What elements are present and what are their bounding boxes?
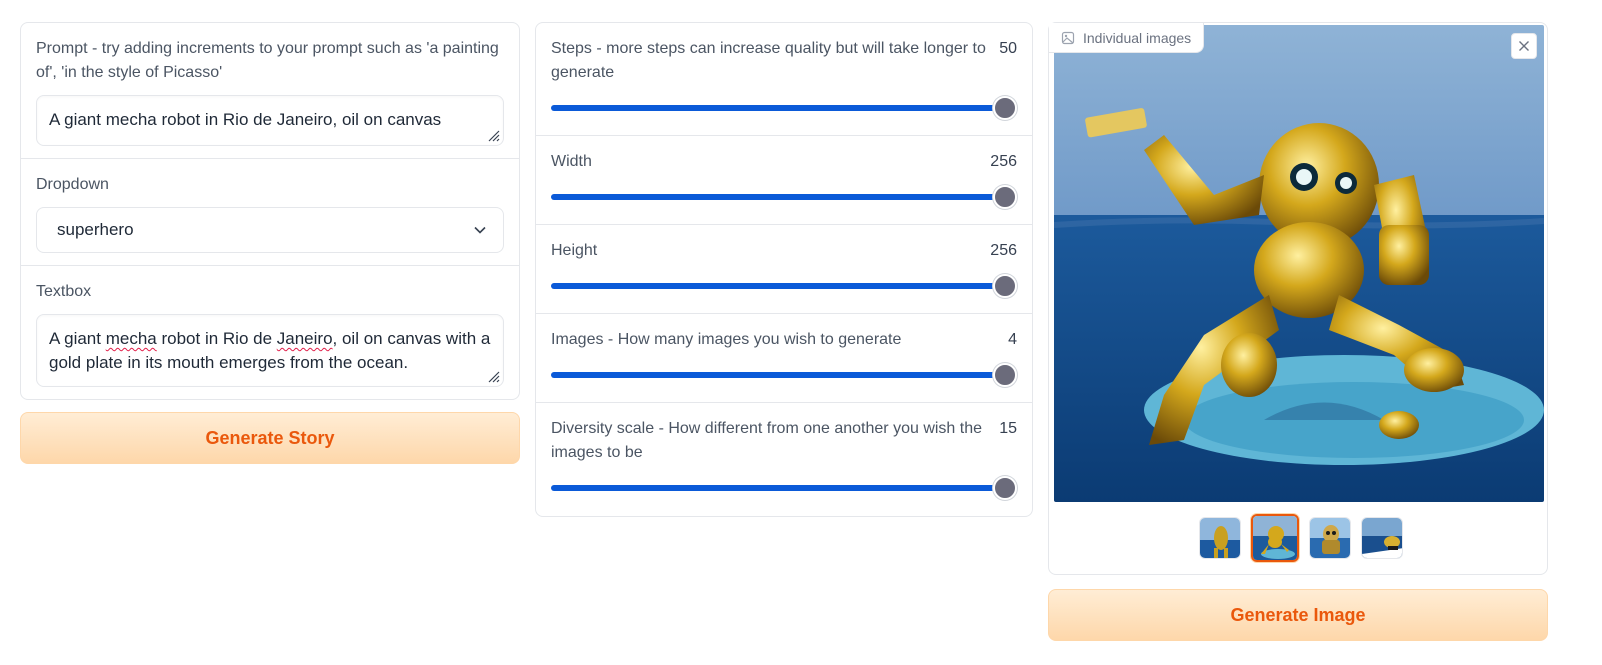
thumbnail-strip [1199,514,1403,562]
textbox-block: Textbox A giant mecha robot in Rio de Ja… [21,266,519,399]
thumbnail-1[interactable] [1199,517,1241,559]
gallery-label: Individual images [1049,23,1205,53]
height-slider-block: Height 256 [536,225,1032,314]
height-label: Height [551,242,598,259]
close-icon [1519,41,1529,51]
close-button[interactable] [1511,33,1537,59]
diversity-value[interactable]: 15 [999,417,1017,441]
dropdown-value: superhero [57,220,134,239]
width-slider-block: Width 256 [536,136,1032,225]
story-textarea[interactable]: A giant mecha robot in Rio de Janeiro, o… [36,314,504,387]
dropdown-block: Dropdown superhero [21,159,519,266]
images-value[interactable]: 4 [1008,328,1017,352]
resize-grip-icon[interactable] [486,369,500,383]
robot-painting-image [1054,25,1544,502]
images-slider-block: Images - How many images you wish to gen… [536,314,1032,403]
steps-slider[interactable] [551,96,1017,120]
thumbnail-4[interactable] [1361,517,1403,559]
width-value[interactable]: 256 [990,150,1017,174]
selected-generated-image[interactable] [1054,25,1544,502]
images-label: Images - How many images you wish to gen… [551,331,902,348]
prompt-block: Prompt - try adding increments to your p… [21,23,519,159]
height-slider[interactable] [551,274,1017,298]
slider-thumb[interactable] [993,96,1017,120]
width-label: Width [551,153,592,170]
diversity-slider[interactable] [551,476,1017,500]
height-value[interactable]: 256 [990,239,1017,263]
dropdown-select[interactable]: superhero [36,207,504,253]
story-column: Prompt - try adding increments to your p… [20,22,520,400]
slider-thumb[interactable] [993,185,1017,209]
settings-panel: Steps - more steps can increase quality … [535,22,1033,517]
steps-slider-block: Steps - more steps can increase quality … [536,23,1032,136]
chevron-down-icon [474,226,486,234]
thumbnail-3[interactable] [1309,517,1351,559]
diversity-slider-block: Diversity scale - How different from one… [536,403,1032,516]
textbox-text: A giant mecha robot in Rio de Janeiro, o… [49,329,491,372]
steps-value[interactable]: 50 [999,37,1017,61]
settings-column: Steps - more steps can increase quality … [535,22,1033,517]
generate-story-button[interactable]: Generate Story [20,412,520,464]
image-gallery: Individual images [1048,22,1548,575]
slider-thumb[interactable] [993,363,1017,387]
diversity-label: Diversity scale - How different from one… [551,420,983,461]
dropdown-label: Dropdown [36,176,109,193]
resize-grip-icon[interactable] [486,128,500,142]
slider-thumb[interactable] [993,274,1017,298]
prompt-label: Prompt - try adding increments to your p… [36,40,499,81]
images-slider[interactable] [551,363,1017,387]
prompt-value: A giant mecha robot in Rio de Janeiro, o… [49,110,442,129]
thumbnail-2-selected[interactable] [1251,514,1299,562]
textbox-label: Textbox [36,283,92,300]
generate-image-button[interactable]: Generate Image [1048,589,1548,641]
width-slider[interactable] [551,185,1017,209]
prompt-textarea[interactable]: A giant mecha robot in Rio de Janeiro, o… [36,95,504,146]
image-icon [1061,31,1075,44]
slider-thumb[interactable] [993,476,1017,500]
steps-label: Steps - more steps can increase quality … [551,40,986,81]
story-form-panel: Prompt - try adding increments to your p… [20,22,520,400]
